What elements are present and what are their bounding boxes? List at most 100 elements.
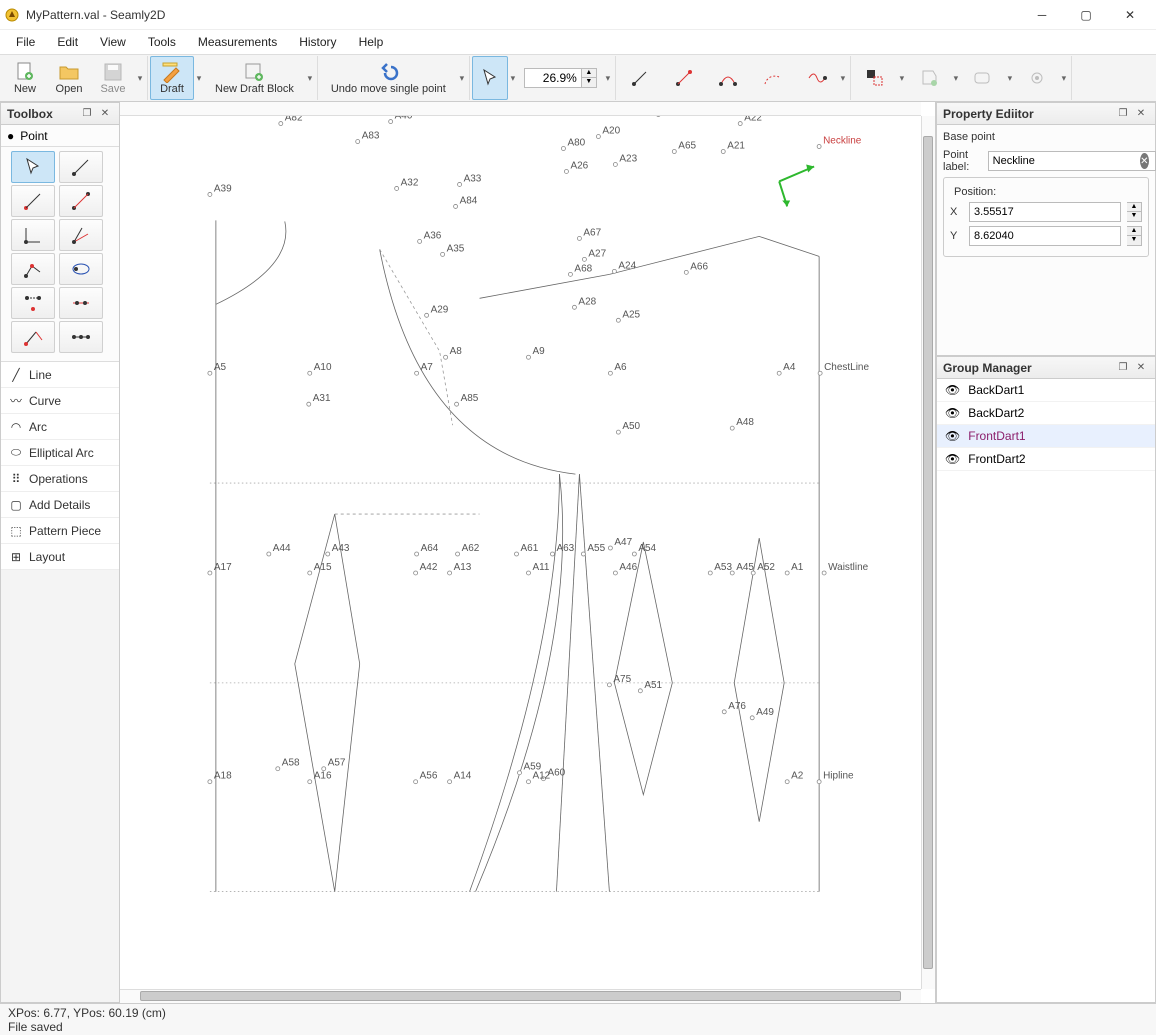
pattern-point[interactable] [785,780,789,784]
menu-view[interactable]: View [90,32,136,52]
eye-icon[interactable]: 👁 [945,383,960,397]
pattern-point[interactable] [750,716,754,720]
pattern-point[interactable] [455,402,459,406]
zoom-up[interactable]: ▲ [582,69,596,78]
group-item[interactable]: 👁BackDart2 [937,402,1155,425]
pattern-point[interactable] [817,780,821,784]
pattern-point[interactable] [425,313,429,317]
pattern-point[interactable] [607,683,611,687]
select-dropdown[interactable]: ▾ [897,56,907,100]
piece-dropdown[interactable]: ▾ [951,56,961,100]
pattern-point[interactable] [616,318,620,322]
pattern-point[interactable] [415,552,419,556]
category-arc[interactable]: ◠Arc [1,414,119,440]
scrollbar-horizontal[interactable] [120,989,921,1003]
toolbox-undock-icon[interactable]: ❐ [79,106,95,122]
pattern-point[interactable] [632,552,636,556]
y-input[interactable] [969,226,1121,246]
new-button[interactable]: New [3,56,47,100]
save-button[interactable]: Save [91,56,135,100]
tool-select[interactable] [11,151,55,183]
pattern-point[interactable] [613,571,617,575]
new-draft-block-button[interactable]: New Draft Block [204,56,305,100]
scrollbar-vertical[interactable] [921,116,935,989]
pattern-point[interactable] [389,120,393,124]
pattern-point[interactable] [818,371,822,375]
pattern-point[interactable] [456,552,460,556]
minimize-button[interactable]: ─ [1020,1,1064,29]
pattern-point[interactable] [208,371,212,375]
pattern-point[interactable] [596,135,600,139]
pattern-point[interactable] [267,552,271,556]
pattern-point[interactable] [638,689,642,693]
pattern-point[interactable] [672,150,676,154]
pattern-point[interactable] [561,147,565,151]
pattern-point[interactable] [581,552,585,556]
pattern-point[interactable] [721,150,725,154]
arc-tool-1[interactable] [750,56,794,100]
pattern-point[interactable] [550,552,554,556]
group-item[interactable]: 👁BackDart1 [937,379,1155,402]
undo-dropdown[interactable]: ▾ [457,56,467,100]
menu-file[interactable]: File [6,32,45,52]
open-button[interactable]: Open [47,56,91,100]
tool-point-bisector[interactable] [59,219,103,251]
pattern-point[interactable] [612,269,616,273]
pattern-point[interactable] [414,780,418,784]
pattern-point[interactable] [582,257,586,261]
x-input[interactable] [969,202,1121,222]
pattern-point[interactable] [518,771,522,775]
pattern-point[interactable] [730,571,734,575]
piece-tool[interactable] [907,56,951,100]
pattern-point[interactable] [616,430,620,434]
menu-history[interactable]: History [289,32,346,52]
eye-icon[interactable]: 👁 [945,406,960,420]
eye-icon[interactable]: 👁 [945,452,960,466]
pattern-point[interactable] [414,571,418,575]
x-down[interactable]: ▼ [1127,212,1141,221]
pattern-point[interactable] [708,571,712,575]
zoom-down[interactable]: ▼ [582,78,596,87]
clear-label-icon[interactable]: ✕ [1140,153,1149,169]
pattern-point[interactable] [308,780,312,784]
menu-tools[interactable]: Tools [138,32,186,52]
y-up[interactable]: ▲ [1127,227,1141,236]
tool-point-intersect[interactable] [59,253,103,285]
group-item[interactable]: 👁FrontDart2 [937,448,1155,471]
pattern-point[interactable] [656,116,660,117]
eye-icon[interactable]: 👁 [945,429,960,443]
pattern-point[interactable] [730,426,734,430]
scroll-thumb-h[interactable] [140,991,901,1001]
pattern-point[interactable] [208,571,212,575]
pattern-point[interactable] [608,371,612,375]
pattern-point[interactable] [458,182,462,186]
pattern-point[interactable] [608,546,612,550]
pattern-point[interactable] [307,402,311,406]
group-close-icon[interactable]: ✕ [1133,360,1149,376]
pattern-point[interactable] [738,122,742,126]
line-tool-2[interactable] [662,56,706,100]
group-item[interactable]: 👁FrontDart1 [937,425,1155,448]
pattern-point[interactable] [684,270,688,274]
pattern-point[interactable] [308,571,312,575]
tool-point-fromarc[interactable] [11,321,55,353]
tool-point-contact[interactable] [59,321,103,353]
category-curve[interactable]: 〰Curve [1,388,119,414]
draw-area[interactable]: A30A28A41A37A34A81A82A79A86A40A22A20A83A… [120,116,921,989]
zoom-dropdown[interactable]: ▾ [603,56,613,100]
close-button[interactable]: ✕ [1108,1,1152,29]
pointer-dropdown[interactable]: ▾ [508,56,518,100]
tool-point-lineintersect[interactable] [59,287,103,319]
pattern-point[interactable] [722,710,726,714]
scroll-thumb-v[interactable] [923,136,933,969]
select-tool[interactable] [853,56,897,100]
tool-point-endline[interactable] [11,185,55,217]
tool-point-line[interactable] [59,151,103,183]
pattern-point[interactable] [526,355,530,359]
linetools-dropdown[interactable]: ▾ [838,56,848,100]
menu-help[interactable]: Help [349,32,394,52]
pattern-point[interactable] [515,552,519,556]
category-elliptical-arc[interactable]: ⬭Elliptical Arc [1,440,119,466]
pattern-point[interactable] [308,371,312,375]
pattern-point[interactable] [751,571,755,575]
